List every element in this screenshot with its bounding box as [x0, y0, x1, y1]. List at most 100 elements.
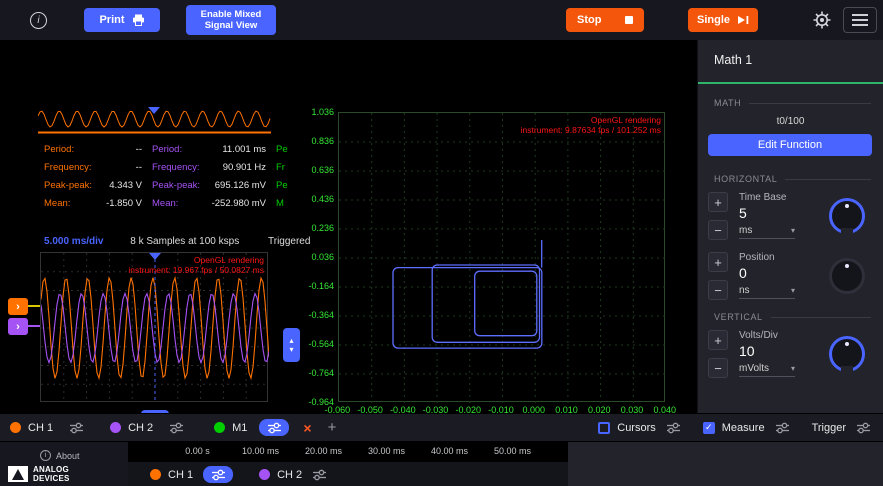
time-base-decrement-button[interactable]: −	[708, 220, 728, 240]
waveform-preview-strip[interactable]	[38, 107, 271, 134]
math-function-text: t0/100	[698, 116, 883, 127]
trigger-settings-icon[interactable]	[856, 422, 871, 434]
position-unit: ns	[739, 285, 750, 296]
volts-div-decrement-button[interactable]: −	[708, 358, 728, 378]
position-value[interactable]: 0	[739, 265, 795, 281]
ch1-handle[interactable]: ›	[8, 298, 28, 315]
chevron-down-icon: ▾	[791, 364, 795, 373]
m1-settings-button[interactable]	[259, 419, 289, 436]
time-tick-label: 30.00 ms	[355, 446, 418, 456]
chevron-right-icon: ›	[16, 301, 20, 313]
time-axis-labels: 0.00 s10.00 ms20.00 ms30.00 ms40.00 ms50…	[166, 446, 544, 456]
measurement-row: Mean:-1.850 V Mean:-252.980 mV M	[44, 194, 289, 212]
vertical-expander-handle[interactable]: ▴ ▾	[283, 328, 300, 362]
time-tick-label: 40.00 ms	[418, 446, 481, 456]
xy-plot[interactable]: OpenGL rendering instrument: 9.87634 fps…	[338, 112, 665, 402]
channel-m1[interactable]: M1	[232, 422, 247, 434]
background-channel-bar: CH 1 CH 2	[128, 462, 568, 486]
ch1-settings-button[interactable]	[203, 466, 233, 483]
background-window: i About ANALOG DEVICES 0.00 s10.00 ms20.…	[0, 441, 883, 486]
ch2-meas-value: 90.901 Hz	[208, 162, 266, 173]
print-label: Print	[99, 14, 124, 26]
position-label: Position	[739, 252, 795, 263]
info-icon: i	[40, 450, 51, 461]
measure-label[interactable]: Measure	[722, 422, 765, 434]
stop-icon	[625, 16, 633, 24]
about-label: About	[56, 451, 80, 461]
single-button[interactable]: Single	[688, 8, 758, 32]
time-base-unit-select[interactable]: ms ▾	[739, 225, 795, 239]
check-icon: ✓	[705, 422, 713, 433]
position-control: + − Position 0 ns ▾	[708, 252, 873, 300]
m1-close-icon[interactable]: ×	[303, 420, 311, 436]
ch2-meas-label: Peak-peak:	[152, 180, 208, 191]
hamburger-menu-icon[interactable]	[843, 7, 877, 33]
add-channel-button[interactable]: +	[328, 419, 337, 436]
volts-div-unit: mVolts	[739, 363, 769, 374]
time-base-increment-button[interactable]: +	[708, 192, 728, 212]
background-sidebar: i About ANALOG DEVICES	[0, 442, 128, 486]
ch2-offset-marker	[28, 325, 40, 327]
chevron-down-icon: ▾	[791, 226, 795, 235]
cursors-checkbox[interactable]	[598, 422, 610, 434]
y-tick-label: 0.636	[311, 165, 334, 175]
channel-ch1[interactable]: CH 1	[28, 422, 53, 434]
cursors-label[interactable]: Cursors	[617, 422, 656, 434]
ch2-meas-label: Mean:	[152, 198, 208, 209]
vertical-section-header: VERTICAL	[714, 312, 871, 322]
info-icon[interactable]: i	[30, 12, 47, 29]
position-unit-select[interactable]: ns ▾	[739, 285, 795, 299]
ch2-meas-value: -252.980 mV	[208, 198, 266, 209]
ch2-handle[interactable]: ›	[8, 318, 28, 335]
oscilloscope-window: i Print Enable Mixed Signal View Stop Si…	[0, 0, 883, 486]
ch2-settings-icon[interactable]	[169, 422, 184, 434]
channel-ch1[interactable]: CH 1	[168, 469, 193, 481]
mixed-signal-label: Enable Mixed Signal View	[186, 9, 276, 32]
up-arrow-icon: ▴	[289, 336, 293, 345]
single-label: Single	[697, 14, 730, 26]
print-button[interactable]: Print	[84, 8, 160, 32]
position-increment-button[interactable]: +	[708, 252, 728, 272]
position-decrement-button[interactable]: −	[708, 280, 728, 300]
xy-plot-y-axis: 1.0360.8360.6360.4360.2360.036-0.164-0.3…	[294, 107, 334, 407]
y-tick-label: 0.436	[311, 194, 334, 204]
time-tick-label: 50.00 ms	[481, 446, 544, 456]
ch1-offset-marker	[28, 305, 40, 307]
ch1-meas-value: 4.343 V	[96, 180, 142, 191]
gear-icon[interactable]	[812, 10, 832, 30]
trigger-label[interactable]: Trigger	[812, 422, 846, 434]
down-arrow-icon: ▾	[289, 345, 293, 354]
ch1-color-dot	[10, 422, 21, 433]
edit-function-button[interactable]: Edit Function	[708, 134, 872, 156]
sliders-icon	[267, 422, 282, 434]
channel-ch2[interactable]: CH 2	[128, 422, 153, 434]
adi-logo-mark	[8, 466, 28, 482]
time-tick-label: 20.00 ms	[292, 446, 355, 456]
time-tick-label: 10.00 ms	[229, 446, 292, 456]
stop-button[interactable]: Stop	[566, 8, 644, 32]
y-tick-label: 1.036	[311, 107, 334, 117]
math-settings-panel: Math 1 MATH t0/100 Edit Function HORIZON…	[697, 40, 883, 413]
time-base-value[interactable]: 5	[739, 205, 795, 221]
cursors-settings-icon[interactable]	[666, 422, 681, 434]
y-tick-label: -0.364	[308, 310, 334, 320]
volts-div-increment-button[interactable]: +	[708, 330, 728, 350]
ch2-settings-icon[interactable]	[312, 469, 327, 481]
m1-meas-label: Pe	[276, 144, 289, 155]
position-knob[interactable]	[829, 258, 865, 294]
volts-div-value[interactable]: 10	[739, 343, 795, 359]
measure-checkbox[interactable]: ✓	[703, 422, 715, 434]
measure-settings-icon[interactable]	[775, 422, 790, 434]
timebase-info: 5.000 ms/div 8 k Samples at 100 ksps Tri…	[44, 236, 310, 247]
time-domain-plot[interactable]: OpenGL rendering instrument: 19.967 fps …	[40, 252, 268, 402]
about-link[interactable]: i About	[40, 450, 80, 461]
ch1-meas-label: Peak-peak:	[44, 180, 96, 191]
volts-div-knob[interactable]	[829, 336, 865, 372]
time-base-knob[interactable]	[829, 198, 865, 234]
ch1-color-dot	[150, 469, 161, 480]
channel-ch2[interactable]: CH 2	[277, 469, 302, 481]
m1-meas-label: M	[276, 198, 289, 209]
ch1-settings-icon[interactable]	[69, 422, 84, 434]
enable-mixed-signal-button[interactable]: Enable Mixed Signal View	[186, 5, 276, 35]
volts-div-unit-select[interactable]: mVolts ▾	[739, 363, 795, 377]
